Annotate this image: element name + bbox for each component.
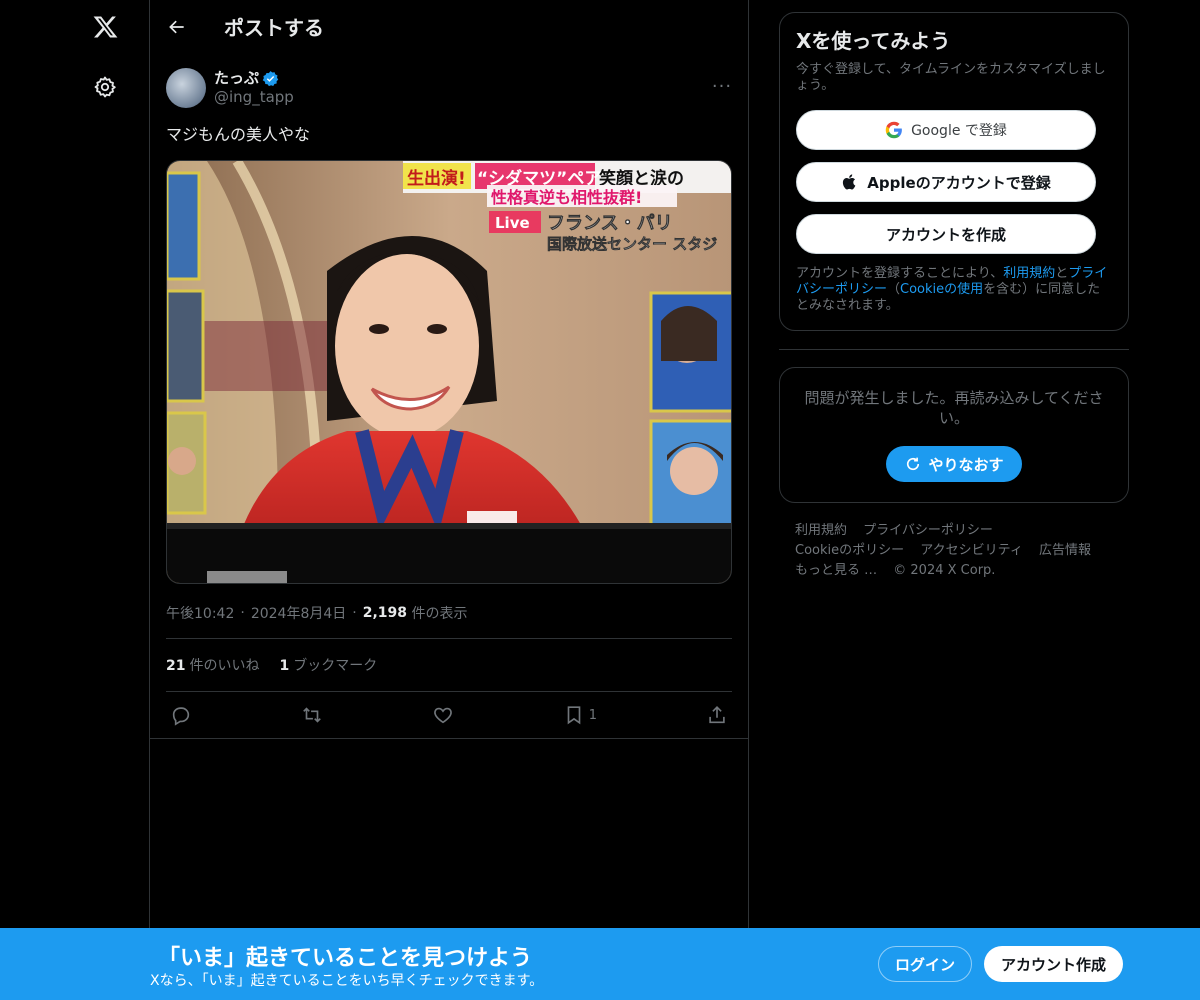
post-stats: 21 件のいいね 1 ブックマーク xyxy=(166,638,732,692)
caption-compatibility: 性格真逆も相性抜群! xyxy=(491,188,642,207)
author-handle[interactable]: @ing_tapp xyxy=(214,88,294,107)
refresh-icon xyxy=(907,457,920,471)
google-signup-button[interactable]: Google で登録 xyxy=(796,110,1096,150)
error-message: 問題が発生しました。再読み込みしてください。 xyxy=(804,389,1104,427)
back-arrow-icon[interactable] xyxy=(166,16,188,38)
like-icon[interactable] xyxy=(432,704,454,726)
signup-title: Xを使ってみよう xyxy=(796,29,951,53)
gear-icon[interactable] xyxy=(92,74,118,100)
terms-link[interactable]: 利用規約 xyxy=(1003,266,1055,281)
bottom-bar-subtitle: Xなら、「いま」起きていることをいち早くチェックできます。 xyxy=(150,973,544,989)
caption-location: フランス・パリ xyxy=(547,213,673,234)
main-column: ポストする たっぷ @ing_tapp ··· マジもんの美人やな 生出演! “… xyxy=(149,0,749,1000)
views-label: 件の表示 xyxy=(411,606,468,622)
tv-screen-photo: 生出演! “シダマツ”ペア 笑顔と涙の 性格真逆も相性抜群! Live フランス… xyxy=(167,161,731,583)
footer-links: 利用規約 プライバシーポリシー Cookieのポリシー アクセシビリティ 広告情… xyxy=(779,521,1129,581)
post-time[interactable]: 午後10:42 xyxy=(166,603,234,623)
footer-link-privacy[interactable]: プライバシーポリシー xyxy=(863,523,993,538)
more-options-icon[interactable]: ··· xyxy=(712,76,732,97)
share-icon[interactable] xyxy=(706,704,728,726)
retry-button[interactable]: やりなおす xyxy=(886,446,1022,482)
page-header: ポストする xyxy=(150,0,748,53)
likes-stat[interactable]: 21 件のいいね xyxy=(166,655,259,675)
bottom-bar-title: 「いま」起きていることを見つけよう xyxy=(158,946,533,971)
bookmark-icon[interactable]: 1 xyxy=(563,704,597,726)
divider xyxy=(779,349,1129,350)
caption-live-show: 生出演! xyxy=(407,168,466,189)
login-button[interactable]: ログイン xyxy=(878,946,972,982)
reply-icon[interactable] xyxy=(170,704,192,726)
footer-copyright: © 2024 X Corp. xyxy=(893,563,996,578)
avatar[interactable] xyxy=(166,68,206,108)
retweet-icon[interactable] xyxy=(301,704,323,726)
footer-link-terms[interactable]: 利用規約 xyxy=(795,523,847,538)
views-count: 2,198 xyxy=(362,605,408,621)
post: たっぷ @ing_tapp ··· マジもんの美人やな 生出演! “シダマツ”ペ… xyxy=(150,64,748,739)
error-card: 問題が発生しました。再読み込みしてください。 やりなおす xyxy=(779,367,1129,503)
signup-card: Xを使ってみよう 今すぐ登録して、タイムラインをカスタマイズしましょう。 Goo… xyxy=(779,12,1129,331)
caption-studio: 国際放送センター スタジ xyxy=(547,235,717,253)
page-title: ポストする xyxy=(224,16,324,40)
signup-subtitle: 今すぐ登録して、タイムラインをカスタマイズしましょう。 xyxy=(796,62,1106,93)
cookie-link[interactable]: Cookieの使用 xyxy=(900,282,983,297)
signup-button[interactable]: アカウント作成 xyxy=(984,946,1123,982)
google-icon xyxy=(885,121,902,139)
caption-live-badge: Live xyxy=(495,214,530,232)
footer-link-ads[interactable]: 広告情報 xyxy=(1039,543,1091,558)
bottom-signup-bar: 「いま」起きていることを見つけよう Xなら、「いま」起きていることをいち早くチェ… xyxy=(0,928,1200,1000)
bookmark-action-count: 1 xyxy=(588,707,598,723)
post-date[interactable]: 2024年8月4日 xyxy=(251,603,346,623)
create-account-button[interactable]: アカウントを作成 xyxy=(796,214,1096,254)
footer-link-cookie[interactable]: Cookieのポリシー xyxy=(795,543,904,558)
author-display-name[interactable]: たっぷ xyxy=(214,69,259,88)
post-meta: 午後10:42 · 2024年8月4日 · 2,198 件の表示 xyxy=(166,603,468,623)
post-author: たっぷ @ing_tapp ··· xyxy=(166,64,732,112)
verified-badge-icon xyxy=(262,71,279,87)
terms-text: アカウントを登録することにより、利用規約とプライバシーポリシー（Cookieの使… xyxy=(796,266,1108,313)
apple-signup-button[interactable]: Appleのアカウントで登録 xyxy=(796,162,1096,202)
post-image[interactable]: 生出演! “シダマツ”ペア 笑顔と涙の 性格真逆も相性抜群! Live フランス… xyxy=(166,160,732,584)
right-sidebar: Xを使ってみよう 今すぐ登録して、タイムラインをカスタマイズしましょう。 Goo… xyxy=(779,12,1129,581)
x-logo-icon[interactable] xyxy=(90,12,120,42)
post-actions: 1 xyxy=(150,692,748,739)
post-text: マジもんの美人やな xyxy=(166,125,311,144)
footer-link-more[interactable]: もっと見る … xyxy=(795,563,877,578)
bookmarks-stat[interactable]: 1 ブックマーク xyxy=(279,655,377,675)
apple-icon xyxy=(843,174,856,190)
left-nav xyxy=(0,0,150,1000)
footer-link-accessibility[interactable]: アクセシビリティ xyxy=(920,543,1023,558)
